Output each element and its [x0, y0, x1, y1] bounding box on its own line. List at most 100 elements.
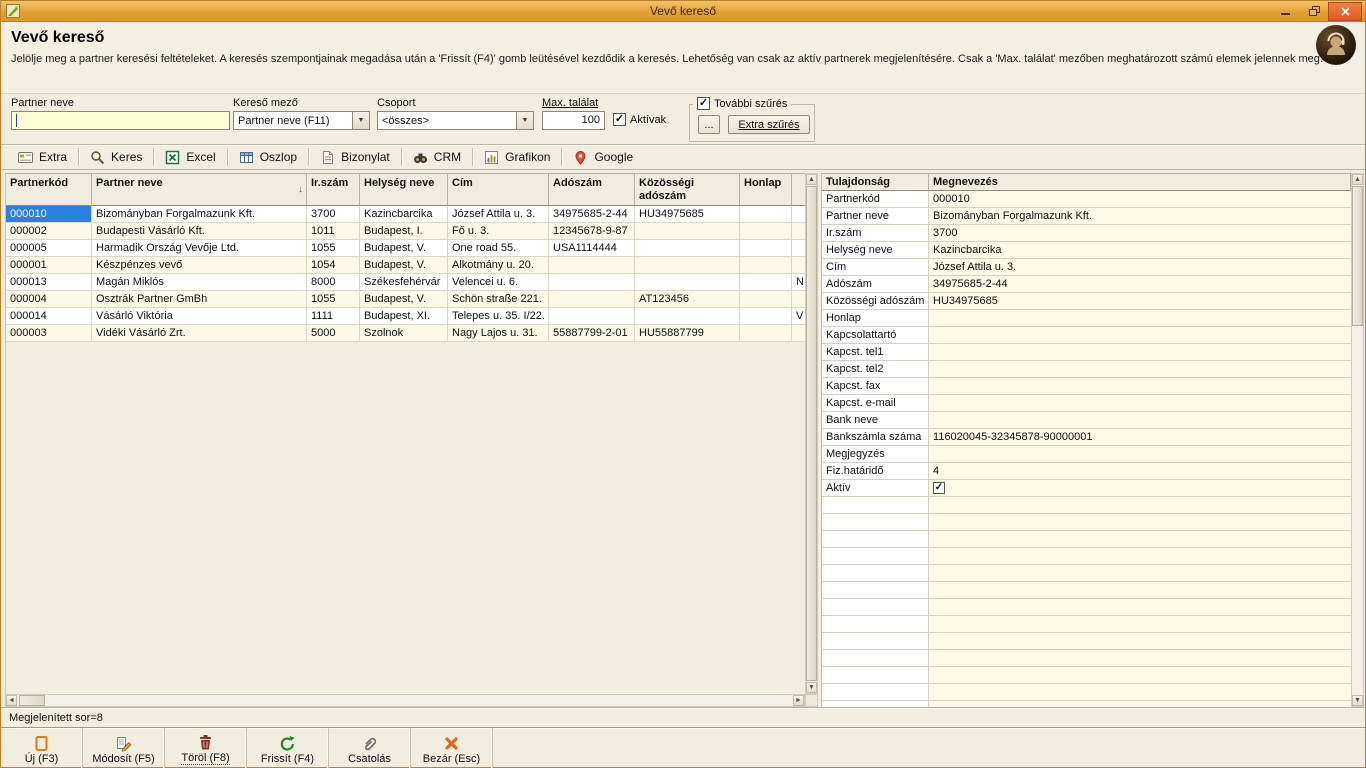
- grid-cell[interactable]: Alkotmány u. 20.: [448, 257, 549, 274]
- grid-cell[interactable]: 000005: [6, 240, 92, 257]
- grid-cell[interactable]: [549, 308, 635, 325]
- grid-cell[interactable]: [740, 240, 792, 257]
- edit-button[interactable]: Módosít (F5): [83, 728, 165, 768]
- property-row[interactable]: Megjegyzés: [822, 446, 1351, 463]
- grid-cell[interactable]: 1055: [307, 291, 360, 308]
- chart-button[interactable]: Grafikon: [473, 146, 561, 168]
- titlebar[interactable]: Vevő kereső: [1, 1, 1365, 22]
- property-row[interactable]: Partnerkód000010: [822, 191, 1351, 208]
- grid-cell[interactable]: [792, 291, 805, 308]
- column-header[interactable]: Ir.szám: [307, 173, 360, 206]
- grid-cell[interactable]: Székesfehérvár: [360, 274, 448, 291]
- chevron-down-icon[interactable]: ▼: [352, 112, 369, 129]
- close-window-button[interactable]: Bezár (Esc): [411, 728, 493, 768]
- scrollbar-thumb[interactable]: [19, 695, 45, 706]
- column-header[interactable]: Cím: [448, 173, 549, 206]
- grid-cell[interactable]: [549, 257, 635, 274]
- detail-vertical-scrollbar[interactable]: ▲ ▼: [1351, 173, 1364, 707]
- column-header[interactable]: Adószám: [549, 173, 635, 206]
- extra-filter-checkbox[interactable]: ✓: [697, 97, 710, 110]
- property-row[interactable]: Bank neve: [822, 412, 1351, 429]
- grid-cell[interactable]: Vidéki Vásárló Zrt.: [92, 325, 307, 342]
- grid-cell[interactable]: Harmadik Ország Vevője Ltd.: [92, 240, 307, 257]
- grid-cell[interactable]: [549, 291, 635, 308]
- property-row[interactable]: Bankszámla száma116020045-32345878-90000…: [822, 429, 1351, 446]
- grid-cell[interactable]: [792, 240, 805, 257]
- grid-cell[interactable]: Budapest, XI.: [360, 308, 448, 325]
- grid-cell[interactable]: 1011: [307, 223, 360, 240]
- crm-button[interactable]: CRM: [402, 146, 472, 168]
- grid-cell[interactable]: AT123456: [635, 291, 740, 308]
- grid-cell[interactable]: 000003: [6, 325, 92, 342]
- google-button[interactable]: Google: [562, 146, 644, 168]
- grid-cell[interactable]: 000010: [6, 206, 92, 223]
- grid-cell[interactable]: HU34975685: [635, 206, 740, 223]
- grid-cell[interactable]: [792, 206, 805, 223]
- grid-cell[interactable]: [549, 274, 635, 291]
- property-row[interactable]: Kapcst. e-mail: [822, 395, 1351, 412]
- grid-cell[interactable]: 8000: [307, 274, 360, 291]
- grid-cell[interactable]: Fő u. 3.: [448, 223, 549, 240]
- delete-button[interactable]: Töröl (F8): [165, 728, 247, 768]
- grid-cell[interactable]: 3700: [307, 206, 360, 223]
- extra-button[interactable]: Extra: [7, 146, 78, 168]
- grid-cell[interactable]: [740, 206, 792, 223]
- column-header[interactable]: Partnerkód: [6, 173, 92, 206]
- new-button[interactable]: Új (F3): [1, 728, 83, 768]
- table-row[interactable]: 000002Budapesti Vásárló Kft.1011Budapest…: [6, 223, 805, 240]
- active-value-checkbox[interactable]: ✓: [933, 482, 945, 494]
- grid-cell[interactable]: [740, 257, 792, 274]
- table-row[interactable]: 000013Magán Miklós8000SzékesfehérvárVele…: [6, 274, 805, 291]
- property-row[interactable]: Kapcst. tel1: [822, 344, 1351, 361]
- scrollbar-thumb[interactable]: [1352, 186, 1363, 326]
- grid-cell[interactable]: [740, 274, 792, 291]
- grid-cell[interactable]: 55887799-2-01: [549, 325, 635, 342]
- grid-cell[interactable]: [740, 325, 792, 342]
- extra-filter-toggle[interactable]: ✓ További szűrés: [693, 97, 791, 110]
- close-button[interactable]: [1328, 2, 1362, 21]
- property-row[interactable]: Kapcst. fax: [822, 378, 1351, 395]
- column-header[interactable]: Helység neve: [360, 173, 448, 206]
- refresh-button[interactable]: Frissít (F4): [247, 728, 329, 768]
- grid-cell[interactable]: 1054: [307, 257, 360, 274]
- grid-vertical-scrollbar[interactable]: ▲ ▼: [805, 173, 818, 694]
- scrollbar-thumb[interactable]: [806, 186, 817, 681]
- grid-cell[interactable]: [635, 274, 740, 291]
- grid-cell[interactable]: Magán Miklós: [92, 274, 307, 291]
- table-row[interactable]: 000005Harmadik Ország Vevője Ltd.1055Bud…: [6, 240, 805, 257]
- grid-cell[interactable]: [635, 257, 740, 274]
- grid-cell[interactable]: 1111: [307, 308, 360, 325]
- property-row[interactable]: Közösségi adószámHU34975685: [822, 293, 1351, 310]
- grid-cell[interactable]: [740, 223, 792, 240]
- maximize-button[interactable]: [1300, 2, 1328, 21]
- table-row[interactable]: 000004Osztrák Partner GmBh1055Budapest, …: [6, 291, 805, 308]
- grid-cell[interactable]: Velencei u. 6.: [448, 274, 549, 291]
- grid-cell[interactable]: Schön straße 221.: [448, 291, 549, 308]
- grid-cell[interactable]: 12345678-9-87: [549, 223, 635, 240]
- attach-button[interactable]: Csatolás: [329, 728, 411, 768]
- grid-cell[interactable]: Nagy Lajos u. 31.: [448, 325, 549, 342]
- grid-cell[interactable]: [792, 223, 805, 240]
- property-row[interactable]: Fiz.határidő4: [822, 463, 1351, 480]
- chevron-down-icon[interactable]: ▼: [516, 112, 533, 129]
- grid-cell[interactable]: Készpénzes vevő: [92, 257, 307, 274]
- grid-cell[interactable]: 000013: [6, 274, 92, 291]
- property-row[interactable]: CímJózsef Attila u. 3.: [822, 259, 1351, 276]
- property-row[interactable]: Aktív✓: [822, 480, 1351, 497]
- grid-cell[interactable]: [792, 257, 805, 274]
- property-row[interactable]: Helység neveKazincbarcika: [822, 242, 1351, 259]
- grid-cell[interactable]: 000004: [6, 291, 92, 308]
- grid-cell[interactable]: [740, 308, 792, 325]
- property-row[interactable]: Partner neveBizományban Forgalmazunk Kft…: [822, 208, 1351, 225]
- column-header[interactable]: [792, 173, 805, 206]
- grid-cell[interactable]: 1055: [307, 240, 360, 257]
- grid-cell[interactable]: Osztrák Partner GmBh: [92, 291, 307, 308]
- grid-cell[interactable]: 000001: [6, 257, 92, 274]
- active-only-checkbox[interactable]: ✓: [613, 113, 626, 126]
- column-header[interactable]: Partner neve↓: [92, 173, 307, 206]
- grid-cell[interactable]: Vásárló Viktória: [92, 308, 307, 325]
- grid-cell[interactable]: Kazincbarcika: [360, 206, 448, 223]
- document-button[interactable]: Bizonylat: [309, 146, 401, 168]
- property-row[interactable]: Kapcsolattartó: [822, 327, 1351, 344]
- grid-cell[interactable]: Budapest, V.: [360, 240, 448, 257]
